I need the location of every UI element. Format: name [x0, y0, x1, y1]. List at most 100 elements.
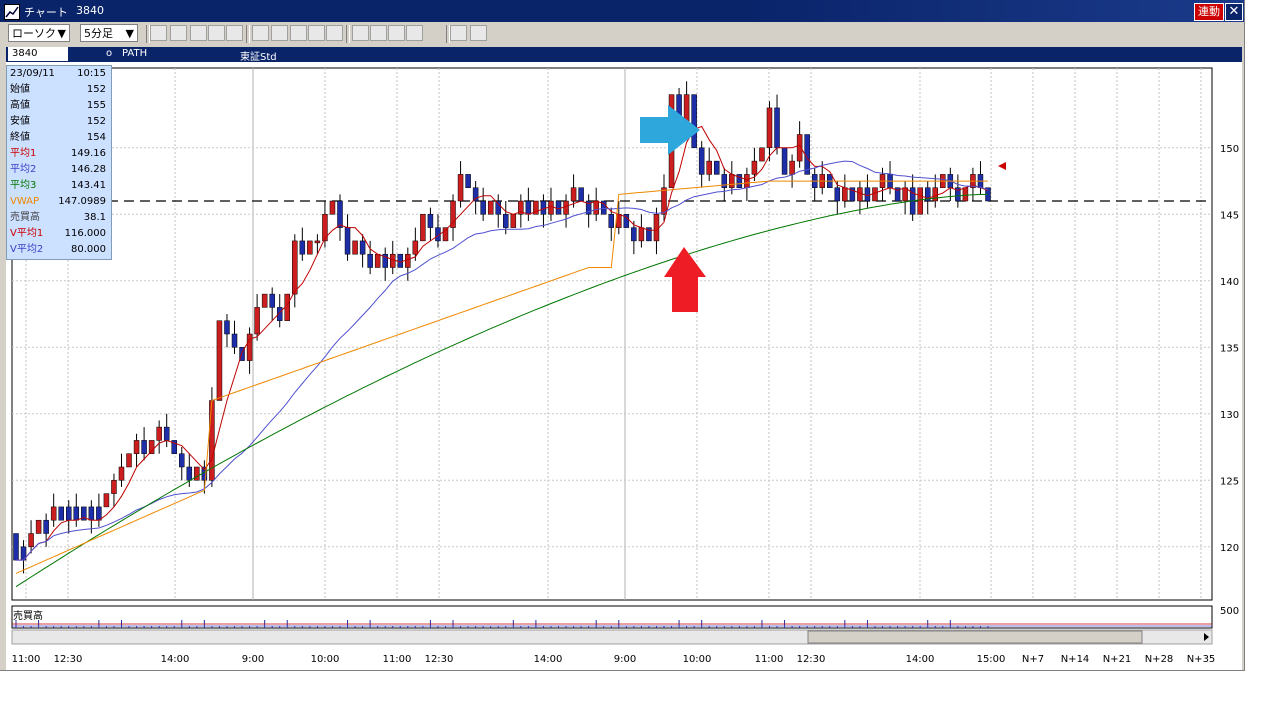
candle [593, 200, 599, 215]
volume-axis-label: 500 [1220, 606, 1239, 617]
line-icon[interactable]: line [252, 25, 269, 41]
MRE-icon[interactable]: MRE [208, 25, 225, 41]
x-tick-label: N+7 [1022, 654, 1044, 665]
datapanel-row: 安値 152 [10, 114, 108, 130]
x-tick-label: 11:00 [383, 654, 412, 665]
candle [50, 506, 57, 521]
MA-icon[interactable]: MA [170, 25, 187, 41]
datapanel-row: 終値 154 [10, 130, 108, 146]
datapanel-key: 始値 [10, 84, 30, 95]
candle [721, 174, 728, 188]
datapanel-row: V平均1 116.000 [10, 226, 108, 242]
candle [774, 107, 780, 149]
candle [367, 253, 373, 268]
PA-icon[interactable]: PA [226, 25, 243, 41]
candle [932, 187, 939, 202]
chart-type-value: ローソク [12, 27, 56, 40]
datapanel-value: 80.000 [71, 244, 106, 255]
candle [638, 227, 645, 242]
zoom-icon[interactable]: zoom [308, 25, 325, 41]
trash-icon[interactable]: trash [406, 25, 423, 41]
datapanel-value: 147.0989 [58, 196, 106, 207]
candle [744, 174, 750, 188]
link-button[interactable]: 連動 [1194, 3, 1224, 21]
candle [141, 440, 147, 454]
close-button[interactable]: ✕ [1225, 3, 1243, 21]
candle [73, 506, 80, 521]
datapanel-value: 143.41 [71, 180, 106, 191]
candle [540, 200, 547, 215]
bar-icon[interactable]: bar [326, 25, 343, 41]
x-tick-label: 11:00 [12, 654, 41, 665]
candle [88, 506, 95, 521]
candle [487, 200, 494, 215]
pen-icon[interactable]: pen [352, 25, 369, 41]
title-bar: チャート 3840 連動 ✕ [0, 0, 1244, 22]
candle [163, 426, 170, 441]
datapanel-key: 平均2 [10, 164, 37, 175]
datapanel-value: 149.16 [71, 148, 106, 159]
code-input[interactable]: 3840 [8, 47, 68, 61]
candle [261, 293, 268, 308]
datapanel-row: 高値 155 [10, 98, 108, 114]
candle [457, 174, 464, 202]
candle [329, 200, 336, 215]
fib-icon[interactable]: fib [290, 25, 307, 41]
search-icon[interactable]: search [450, 25, 467, 41]
candle [389, 253, 396, 268]
candle [902, 187, 908, 202]
candle [842, 187, 848, 202]
eraser-icon[interactable]: eraser [388, 25, 405, 41]
candle [420, 214, 426, 242]
datapanel-key: 安値 [10, 116, 30, 127]
candle [781, 147, 788, 175]
x-tick-label: 11:00 [755, 654, 784, 665]
candle [412, 240, 419, 255]
y-tick-label: 150 [1220, 144, 1239, 155]
chart-area[interactable]: 120 125 130 135 140 145 150 売買高 500 11:00 12:30 14:… [6, 62, 1242, 670]
datapanel-value: 38.1 [83, 212, 106, 223]
x-tick-label: N+35 [1187, 654, 1216, 665]
new-chart-icon[interactable]: new-chart [150, 25, 167, 41]
datapanel-value: 152 [86, 84, 106, 95]
wave-icon[interactable]: wave [271, 25, 288, 41]
interval-select[interactable]: 5分足 ▼ [80, 24, 138, 42]
settings-icon[interactable]: settings [470, 25, 487, 41]
candle [465, 174, 471, 188]
market-name: 東証Std [240, 52, 277, 63]
candle [269, 293, 275, 308]
datapanel-row: 始値 152 [10, 82, 108, 98]
y-tick-label: 145 [1220, 210, 1239, 221]
datapanel-key: 終値 [10, 132, 30, 143]
candle [834, 187, 841, 202]
candle [706, 160, 712, 175]
candle [179, 453, 185, 468]
candle [608, 214, 615, 228]
info-marker: o [106, 48, 113, 59]
candle [510, 214, 517, 228]
candle [563, 200, 569, 215]
datapanel-row: 平均2 146.28 [10, 162, 108, 178]
x-tick-label: 14:00 [534, 654, 563, 665]
candle [96, 506, 102, 521]
x-tick-label: N+21 [1103, 654, 1132, 665]
candle [570, 187, 577, 202]
toolbar: ローソク ▼ 5分足 ▼ new-chartMABBMREPA linewavef… [0, 22, 1244, 46]
volume-pane [11, 605, 1213, 629]
datapanel-key: VWAP [10, 196, 40, 207]
BB-icon[interactable]: BB [190, 25, 207, 41]
candle [789, 160, 795, 175]
stock-name: PATH [122, 48, 148, 59]
datapanel-row: 平均1 149.16 [10, 146, 108, 162]
chart-app-icon [4, 4, 20, 20]
candle [917, 187, 923, 215]
cursor-icon[interactable]: cursor [370, 25, 387, 41]
candle [35, 519, 42, 534]
price-chart[interactable]: 120 125 130 135 140 145 150 売買高 500 11:00 12:30 14:… [6, 62, 1242, 670]
info-bar: o PATH 東証Std [6, 47, 1242, 63]
candle [427, 214, 434, 228]
y-tick-label: 130 [1220, 410, 1239, 421]
chart-type-select[interactable]: ローソク ▼ [8, 24, 70, 42]
candle [472, 187, 479, 202]
y-tick-label: 120 [1220, 543, 1239, 554]
